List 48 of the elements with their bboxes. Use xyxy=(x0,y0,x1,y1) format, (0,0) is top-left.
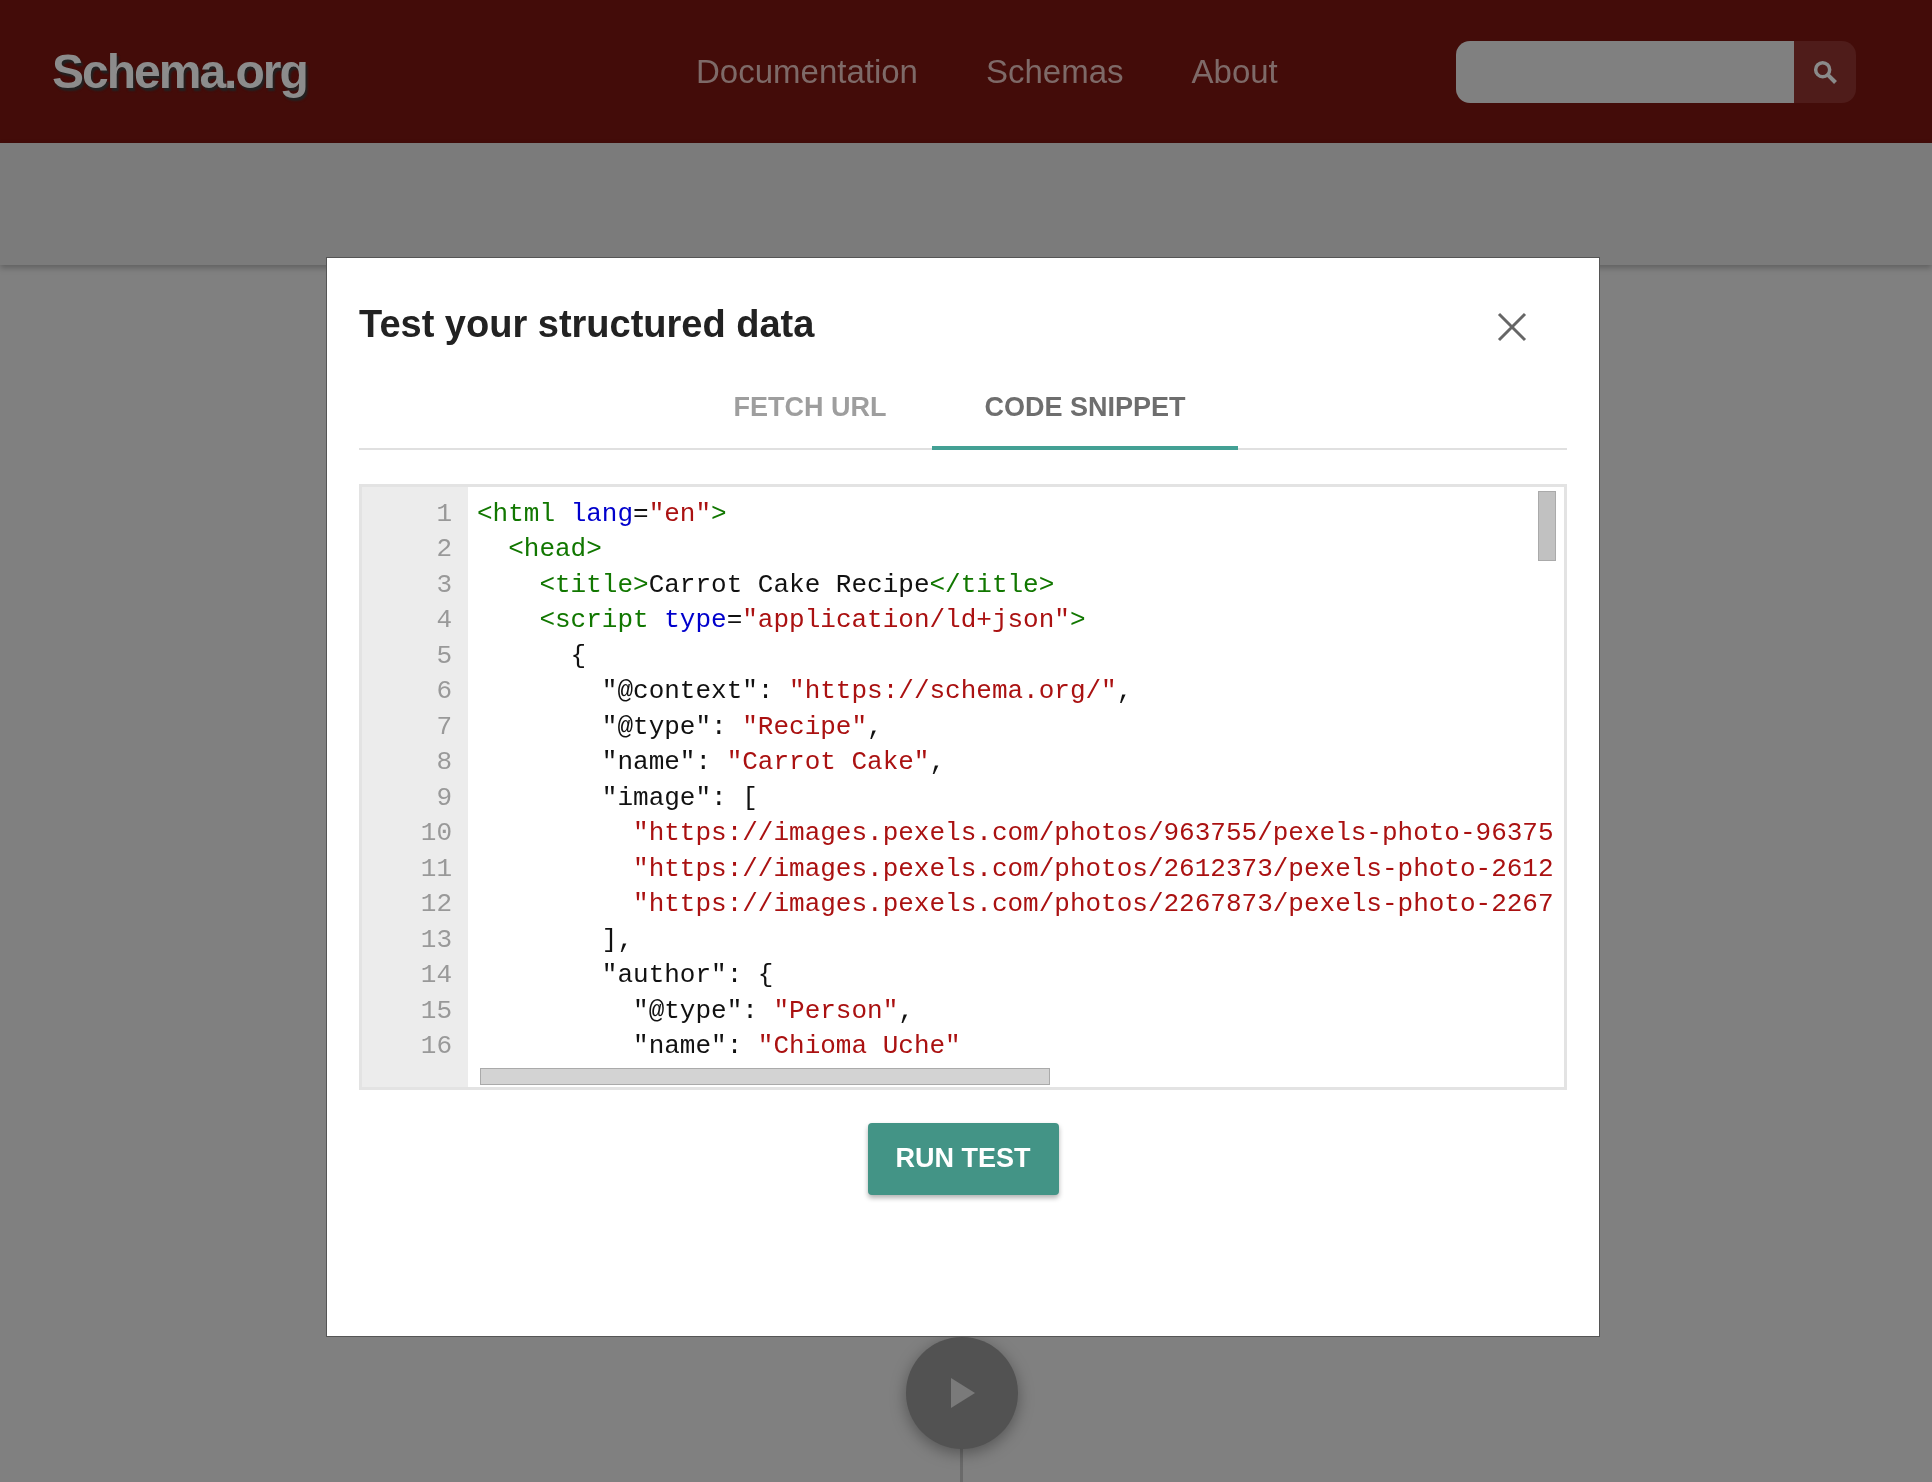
code-line: <title>Carrot Cake Recipe</title> xyxy=(538,568,1055,602)
search-button[interactable] xyxy=(1794,40,1856,103)
line-number: 6 xyxy=(435,675,453,709)
line-number: 3 xyxy=(435,568,453,602)
line-number: 5 xyxy=(435,639,453,673)
tab[interactable]: CODE SNIPPET xyxy=(932,369,1238,450)
line-number: 15 xyxy=(419,994,453,1028)
nav-link[interactable]: Schemas xyxy=(985,46,1124,97)
horizontal-scrollbar-thumb[interactable] xyxy=(480,1067,1050,1085)
play-icon xyxy=(949,1378,975,1408)
code-line: "@context": "https://schema.org/", xyxy=(600,675,1133,709)
code-line: ], xyxy=(600,923,634,957)
code-line: "name": "Chioma Uche" xyxy=(632,1030,961,1064)
line-number: 2 xyxy=(435,533,453,567)
search-field[interactable] xyxy=(1456,40,1856,103)
code-line: <html lang="en"> xyxy=(477,497,727,531)
line-number: 1 xyxy=(435,497,453,531)
code-line: "name": "Carrot Cake", xyxy=(600,746,946,780)
logo[interactable]: Schema.org xyxy=(52,35,612,108)
close-icon xyxy=(1497,312,1527,342)
code-line: "https://images.pexels.com/photos/2267873/pexels-photo-2267 xyxy=(632,888,1554,922)
code-line: "@type": "Person", xyxy=(632,994,914,1028)
code-editor[interactable] xyxy=(359,483,1567,1090)
line-number: 13 xyxy=(419,923,453,957)
vertical-scrollbar-thumb[interactable] xyxy=(1538,490,1556,561)
code-line: "https://images.pexels.com/photos/963755/pexels-photo-96375 xyxy=(632,817,1554,851)
tab[interactable]: FETCH URL xyxy=(688,369,932,450)
line-number: 14 xyxy=(419,959,453,993)
line-number: 10 xyxy=(419,817,453,851)
line-number: 8 xyxy=(435,746,453,780)
line-number: 7 xyxy=(435,710,453,744)
code-line: "author": { xyxy=(600,959,774,993)
close-button[interactable] xyxy=(1495,310,1529,344)
code-line: "https://images.pexels.com/photos/2612373/pexels-photo-2612 xyxy=(632,852,1554,886)
code-line: <script type="application/ld+json"> xyxy=(538,604,1086,638)
run-test-button[interactable]: RUN TEST xyxy=(867,1122,1059,1195)
code-line: <head> xyxy=(507,533,602,567)
line-number: 11 xyxy=(419,852,453,886)
nav-link[interactable]: Documentation xyxy=(696,46,918,97)
line-number: 12 xyxy=(419,888,453,922)
line-number: 9 xyxy=(435,781,453,815)
line-number: 4 xyxy=(435,604,453,638)
dialog-title: Test your structured data xyxy=(359,302,815,347)
code-line: "image": [ xyxy=(600,781,758,815)
nav-link[interactable]: About xyxy=(1191,46,1278,97)
line-number: 16 xyxy=(419,1030,453,1064)
code-line: { xyxy=(569,639,587,673)
code-line: "@type": "Recipe", xyxy=(600,710,883,744)
